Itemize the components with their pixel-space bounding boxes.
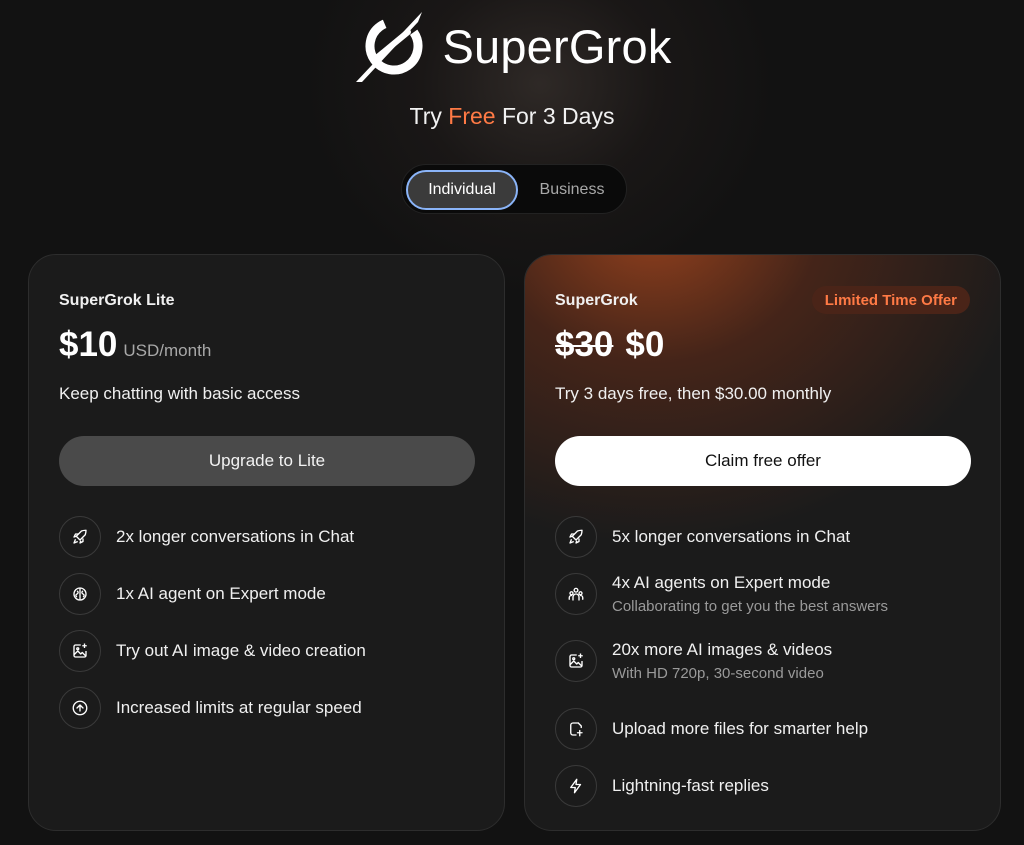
feature-text: 2x longer conversations in Chat: [116, 527, 355, 546]
price: $10: [59, 325, 118, 364]
feature-text: 1x AI agent on Expert mode: [116, 584, 326, 603]
brand-header: SuperGrok: [0, 8, 1024, 84]
feature-item: Lightning-fast replies: [555, 765, 769, 807]
toggle-individual[interactable]: Individual: [406, 170, 518, 210]
feature-text: Try out AI image & video creation: [116, 641, 366, 660]
brain-icon: [59, 573, 101, 615]
feature-text: 5x longer conversations in Chat: [612, 527, 851, 546]
headline-suffix: For 3 Days: [495, 103, 615, 129]
image-sparkle-icon: [555, 640, 597, 682]
plan-card-lite: SuperGrok Lite $10 USD/month Keep chatti…: [28, 254, 505, 831]
feature-text: Increased limits at regular speed: [116, 698, 362, 717]
feature-text: 4x AI agents on Expert mode: [612, 573, 831, 592]
feature-subtext: Collaborating to get you the best answer…: [612, 598, 888, 615]
plan-title: SuperGrok Lite: [59, 292, 175, 309]
feature-item: 4x AI agents on Expert mode Collaboratin…: [555, 573, 888, 615]
feature-text: Upload more files for smarter help: [612, 719, 869, 738]
feature-item: 2x longer conversations in Chat: [59, 516, 354, 558]
feature-item: 20x more AI images & videos With HD 720p…: [555, 640, 832, 682]
people-icon: [555, 573, 597, 615]
feature-item: Try out AI image & video creation: [59, 630, 366, 672]
price-unit: USD/month: [123, 341, 212, 360]
feature-text: Lightning-fast replies: [612, 776, 769, 795]
brand-name: SuperGrok: [442, 19, 672, 73]
claim-offer-button[interactable]: Claim free offer: [555, 436, 971, 486]
plan-description: Keep chatting with basic access: [59, 384, 300, 403]
upgrade-lite-button[interactable]: Upgrade to Lite: [59, 436, 475, 486]
plan-title: SuperGrok: [555, 292, 638, 309]
feature-item: 5x longer conversations in Chat: [555, 516, 850, 558]
rocket-icon: [555, 516, 597, 558]
feature-item: Upload more files for smarter help: [555, 708, 868, 750]
feature-text: 20x more AI images & videos: [612, 640, 833, 659]
arrow-up-circle-icon: [59, 687, 101, 729]
feature-item: Increased limits at regular speed: [59, 687, 362, 729]
headline-prefix: Try: [409, 103, 449, 129]
plan-type-toggle: Individual Business: [401, 164, 627, 214]
old-price: $30: [555, 325, 614, 364]
price-row: $30 $0: [555, 325, 664, 365]
headline-accent: Free: [448, 103, 496, 129]
image-sparkle-icon: [59, 630, 101, 672]
plan-card-supergrok: SuperGrok Limited Time Offer $30 $0 Try …: [524, 254, 1001, 831]
price-row: $10 USD/month: [59, 325, 211, 365]
plan-description: Try 3 days free, then $30.00 monthly: [555, 384, 832, 403]
headline: Try Free For 3 Days: [0, 103, 1024, 130]
grok-logo-icon: [356, 12, 423, 82]
file-upload-icon: [555, 708, 597, 750]
rocket-icon: [59, 516, 101, 558]
price: $0: [625, 325, 665, 364]
feature-item: 1x AI agent on Expert mode: [59, 573, 326, 615]
feature-subtext: With HD 720p, 30-second video: [612, 665, 824, 682]
limited-offer-badge: Limited Time Offer: [811, 286, 970, 314]
toggle-business[interactable]: Business: [522, 170, 622, 210]
lightning-icon: [555, 765, 597, 807]
